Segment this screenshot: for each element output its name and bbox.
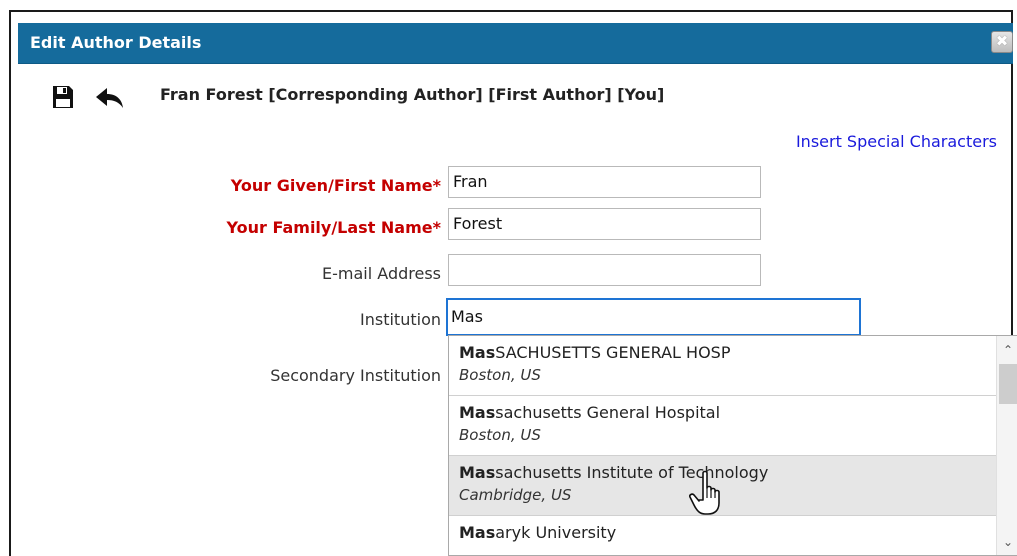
hand-pointer-cursor-icon: [689, 470, 720, 515]
insert-special-characters-link[interactable]: Insert Special Characters: [796, 132, 997, 151]
institution-label: Institution: [360, 310, 441, 329]
family-name-input[interactable]: Forest: [448, 208, 761, 240]
scroll-thumb[interactable]: [999, 364, 1017, 404]
given-name-label: Your Given/First Name*: [230, 176, 441, 195]
family-name-label: Your Family/Last Name*: [226, 218, 441, 237]
author-heading: Fran Forest [Corresponding Author] [Firs…: [160, 85, 665, 104]
close-icon: ✖: [995, 32, 1009, 50]
back-arrow-icon[interactable]: [95, 86, 125, 110]
close-button[interactable]: ✖: [991, 31, 1013, 53]
autocomplete-item[interactable]: Masaryk University: [449, 516, 997, 555]
institution-input[interactable]: Mas: [446, 298, 861, 336]
autocomplete-item-place: Boston, US: [459, 366, 541, 384]
autocomplete-scrollbar[interactable]: ⌃ ⌄: [996, 336, 1017, 555]
institution-autocomplete-list[interactable]: MasSACHUSETTS GENERAL HOSP Boston, US Ma…: [448, 335, 1017, 556]
autocomplete-item[interactable]: Massachusetts General Hospital Boston, U…: [449, 396, 997, 456]
autocomplete-item-name: MasSACHUSETTS GENERAL HOSP: [459, 343, 731, 362]
email-input[interactable]: [448, 254, 761, 286]
autocomplete-item-name: Masaryk University: [459, 523, 617, 542]
autocomplete-item[interactable]: MasSACHUSETTS GENERAL HOSP Boston, US: [449, 336, 997, 396]
dialog-title: Edit Author Details: [30, 33, 202, 52]
scroll-up-icon[interactable]: ⌃: [997, 340, 1017, 360]
secondary-institution-label: Secondary Institution: [270, 366, 441, 385]
autocomplete-item-place: Boston, US: [459, 426, 541, 444]
email-label: E-mail Address: [322, 264, 441, 283]
autocomplete-item-name: Massachusetts General Hospital: [459, 403, 721, 422]
dialog-title-bar: Edit Author Details ✖: [18, 23, 1013, 64]
scroll-down-icon[interactable]: ⌄: [997, 532, 1017, 552]
save-icon[interactable]: [52, 85, 74, 109]
given-name-input[interactable]: Fran: [448, 166, 761, 198]
